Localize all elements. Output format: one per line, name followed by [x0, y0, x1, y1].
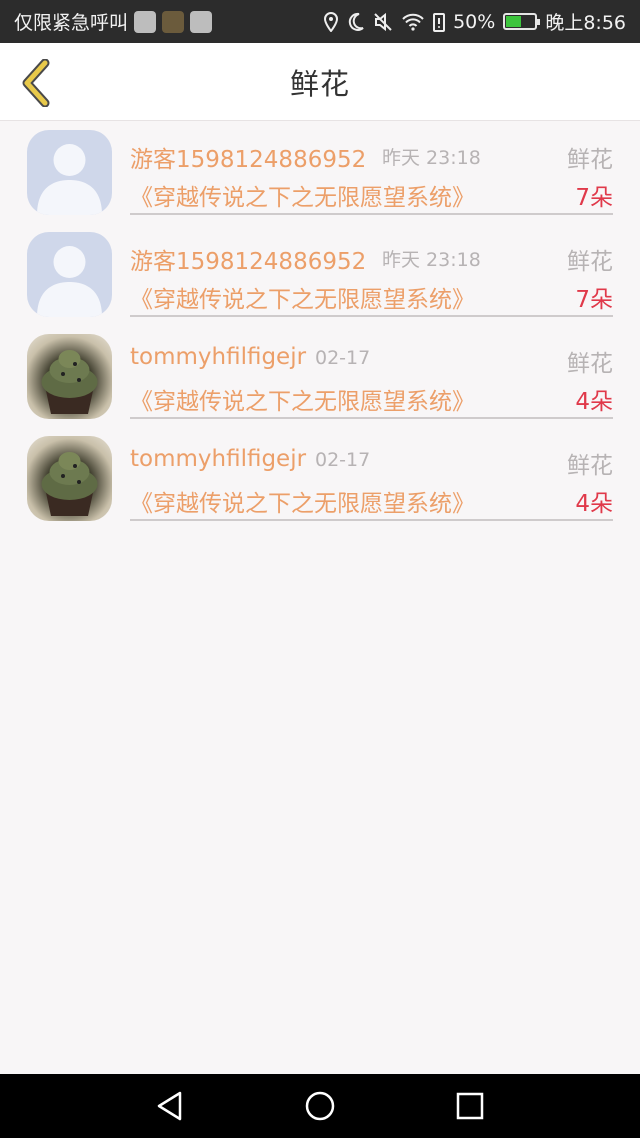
- nav-recents-button[interactable]: [450, 1086, 490, 1126]
- page-title: 鲜花: [289, 66, 350, 101]
- book-title[interactable]: 《穿越传说之下之无限愿望系统》: [130, 280, 475, 314]
- status-bar: 仅限紧急呼叫 50% 晚上8:56: [0, 0, 640, 43]
- app-header: 鲜花: [0, 43, 640, 121]
- location-icon: [323, 11, 339, 32]
- timestamp: 02-17: [315, 347, 371, 369]
- timestamp: 02-17: [315, 449, 371, 471]
- avatar[interactable]: [27, 334, 112, 419]
- avatar[interactable]: [27, 436, 112, 521]
- triangle-back-icon: [157, 1091, 182, 1121]
- username[interactable]: tommyhfilfigejr: [130, 446, 306, 472]
- timestamp: 昨天 23:18: [382, 147, 481, 169]
- battery-percent: 50%: [453, 10, 496, 33]
- nav-home-button[interactable]: [300, 1086, 340, 1126]
- avatar[interactable]: [27, 232, 112, 317]
- moon-icon: [347, 12, 365, 32]
- list-item[interactable]: tommyhfilfigejr 02-17 鲜花 《穿越传说之下之无限愿望系统》…: [0, 326, 640, 428]
- flower-gift-list: 游客1598124886952 昨天 23:18 鲜花 《穿越传说之下之无限愿望…: [0, 122, 640, 530]
- list-item[interactable]: 游客1598124886952 昨天 23:18 鲜花 《穿越传说之下之无限愿望…: [0, 122, 640, 224]
- username[interactable]: 游客1598124886952: [130, 140, 366, 174]
- username[interactable]: 游客1598124886952: [130, 242, 366, 276]
- avatar[interactable]: [27, 130, 112, 215]
- cupcake-photo-icon: [41, 350, 98, 414]
- battery-level: [506, 16, 522, 27]
- battery-icon: [503, 13, 541, 30]
- notification-game-icon: [162, 10, 185, 33]
- book-title[interactable]: 《穿越传说之下之无限愿望系统》: [130, 178, 475, 212]
- clock: 晚上8:56: [545, 12, 626, 34]
- timestamp: 昨天 23:18: [382, 249, 481, 271]
- flower-count: 7朵: [575, 185, 613, 211]
- gift-type: 鲜花: [567, 351, 613, 377]
- alert-battery-icon: [433, 12, 446, 32]
- status-right: 50% 晚上8:56: [323, 8, 626, 35]
- square-recents-icon: [456, 1092, 484, 1120]
- wifi-icon: [401, 12, 425, 32]
- cupcake-photo-icon: [41, 452, 98, 516]
- gift-type: 鲜花: [567, 249, 613, 275]
- system-nav-bar: [0, 1074, 640, 1138]
- row-content: 游客1598124886952 昨天 23:18 鲜花 《穿越传说之下之无限愿望…: [130, 132, 613, 215]
- list-item[interactable]: 游客1598124886952 昨天 23:18 鲜花 《穿越传说之下之无限愿望…: [0, 224, 640, 326]
- status-left: 仅限紧急呼叫: [14, 8, 213, 35]
- mute-icon: [373, 12, 393, 32]
- carrier-text: 仅限紧急呼叫: [14, 12, 129, 34]
- gift-type: 鲜花: [567, 453, 613, 479]
- default-user-icon: [37, 144, 102, 215]
- book-title[interactable]: 《穿越传说之下之无限愿望系统》: [130, 382, 475, 416]
- chevron-left-icon: [22, 59, 50, 107]
- nav-back-button[interactable]: [150, 1086, 190, 1126]
- default-user-icon: [37, 246, 102, 317]
- flower-count: 4朵: [575, 389, 613, 415]
- flower-count: 7朵: [575, 287, 613, 313]
- row-content: tommyhfilfigejr 02-17 鲜花 《穿越传说之下之无限愿望系统》…: [130, 336, 613, 419]
- circle-home-icon: [305, 1091, 335, 1121]
- notification-cat-icon: [190, 10, 213, 33]
- row-content: tommyhfilfigejr 02-17 鲜花 《穿越传说之下之无限愿望系统》…: [130, 438, 613, 521]
- username[interactable]: tommyhfilfigejr: [130, 344, 306, 370]
- row-content: 游客1598124886952 昨天 23:18 鲜花 《穿越传说之下之无限愿望…: [130, 234, 613, 317]
- flower-count: 4朵: [575, 491, 613, 517]
- back-button[interactable]: [12, 55, 60, 111]
- gift-type: 鲜花: [567, 147, 613, 173]
- list-item[interactable]: tommyhfilfigejr 02-17 鲜花 《穿越传说之下之无限愿望系统》…: [0, 428, 640, 530]
- book-title[interactable]: 《穿越传说之下之无限愿望系统》: [130, 484, 475, 518]
- notification-app-icon: [134, 10, 157, 33]
